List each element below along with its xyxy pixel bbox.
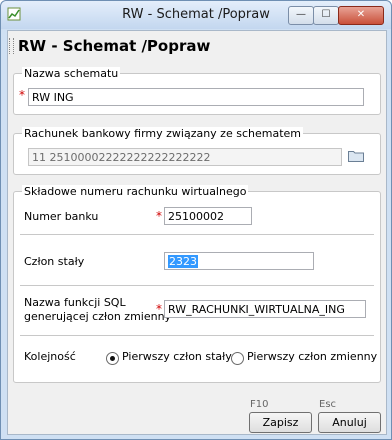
title-bar[interactable]: RW - Schemat /Popraw — ☐ ✕ <box>1 1 391 29</box>
bank-number-label: Numer banku <box>24 210 99 223</box>
grip-icon <box>9 38 14 54</box>
required-marker: * <box>156 209 162 223</box>
save-shortcut: F10 <box>250 399 269 410</box>
radio-variable-first[interactable] <box>231 352 244 365</box>
dialog-window: RW - Schemat /Popraw — ☐ ✕ RW - Schemat … <box>0 0 392 440</box>
bank-account-group: Rachunek bankowy firmy związany ze schem… <box>13 127 381 175</box>
fixed-part-value: 2323 <box>168 255 198 268</box>
save-button[interactable]: Zapisz <box>249 412 312 433</box>
fixed-part-label: Człon stały <box>24 255 85 268</box>
bank-number-input[interactable]: 25100002 <box>164 207 252 225</box>
divider <box>20 234 374 235</box>
divider <box>20 285 374 286</box>
dialog-body: RW - Schemat /Popraw Nazwa schematu * RW… <box>7 30 387 435</box>
close-button[interactable]: ✕ <box>338 6 384 25</box>
scheme-name-input[interactable]: RW ING <box>28 88 364 106</box>
radio-fixed-first-label[interactable]: Pierwszy człon stały <box>122 350 232 363</box>
required-marker: * <box>19 88 25 102</box>
sql-function-label: Nazwa funkcji SQL <box>24 296 126 309</box>
bank-account-input: 11 25100002222222222222222 <box>28 148 342 166</box>
required-marker: * <box>156 302 162 316</box>
page-title: RW - Schemat /Popraw <box>18 37 211 55</box>
order-label: Kolejność <box>24 350 76 363</box>
sql-function-input[interactable]: RW_RACHUNKI_WIRTUALNA_ING <box>164 300 366 318</box>
sql-function-label-line2: generującej człon zmienny <box>24 310 172 323</box>
components-group: Składowe numeru rachunku wirtualnego Num… <box>13 185 381 383</box>
radio-variable-first-label[interactable]: Pierwszy człon zmienny <box>247 350 377 363</box>
fixed-part-input[interactable]: 2323 <box>164 252 314 270</box>
divider <box>20 335 374 336</box>
scheme-name-label: Nazwa schematu <box>22 67 121 80</box>
components-label: Składowe numeru rachunku wirtualnego <box>22 185 249 198</box>
folder-icon[interactable] <box>348 150 364 162</box>
cancel-shortcut: Esc <box>319 399 337 410</box>
bank-account-label: Rachunek bankowy firmy związany ze schem… <box>22 127 303 140</box>
radio-selected-dot <box>110 356 115 361</box>
scheme-name-group: Nazwa schematu * RW ING <box>13 67 381 115</box>
maximize-button[interactable]: ☐ <box>313 6 339 25</box>
minimize-button[interactable]: — <box>288 6 314 25</box>
cancel-button[interactable]: Anuluj <box>318 412 381 433</box>
radio-fixed-first[interactable] <box>106 352 119 365</box>
